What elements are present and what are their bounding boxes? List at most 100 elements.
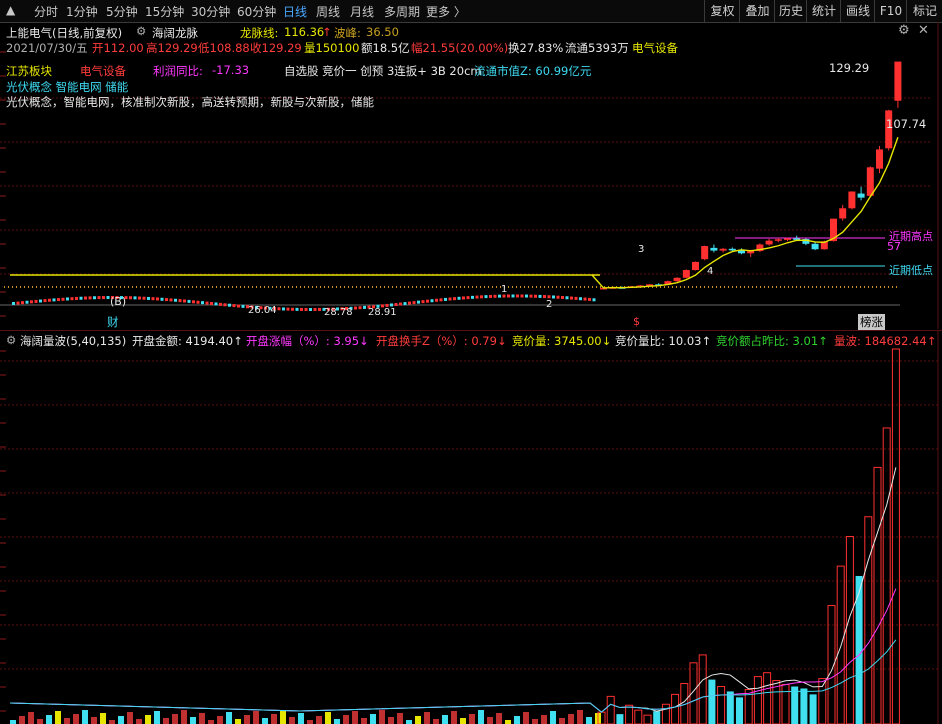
period-tab-5min[interactable]: 5分钟 [106,3,138,20]
history-candle [53,298,56,301]
history-volume-bar [496,713,502,724]
history-candle [507,295,510,298]
volume-indicator-pane[interactable]: ⚙ 海阔量波(5,40,135) 开盘金额: 4194.40↑ 开盘涨幅（%）:… [0,330,942,724]
history-candle [309,308,312,311]
period-tab-weekly[interactable]: 周线 [316,3,340,20]
caret-icon[interactable]: ▲ [6,3,15,17]
history-candle [179,299,182,302]
history-candle [71,297,74,300]
history-volume-bar [82,710,88,724]
history-candle [201,301,204,304]
history-volume-bar [208,720,214,724]
close-price: 收129.29 [250,40,302,56]
history-candle [570,297,573,300]
history-candle [395,303,398,306]
history-candle [129,296,132,299]
candle-body [692,262,699,270]
high-price-label: 129.29 [829,61,869,75]
history-candle [471,296,474,299]
history-volume-bar [127,712,133,724]
period-tab-daily[interactable]: 日线 [283,3,307,20]
history-volume-bar [460,718,466,724]
history-candle [363,306,366,309]
period-tab-30min[interactable]: 30分钟 [191,3,230,20]
history-volume-bar [433,719,439,724]
jingjialiang: 竞价量: 3745.00↓ [512,333,611,349]
history-volume-bar [181,710,187,724]
history-candle [575,297,578,300]
history-candle [156,297,159,300]
history-volume-bar [379,710,385,724]
candle-body [766,241,773,245]
history-candle [93,296,96,299]
sub-indicator-name[interactable]: 海阔量波(5,40,135) [20,333,126,349]
mark-button[interactable]: 标记 [906,0,942,22]
low-mark-1: 26.04 [248,305,277,316]
history-candle [417,301,420,304]
volume-chart[interactable] [0,331,942,724]
period-tab-1min[interactable]: 1分钟 [66,3,98,20]
period-tab-fenshi[interactable]: 分时 [34,3,58,20]
candle-body [775,239,782,241]
f10-button[interactable]: F10 [874,0,907,22]
volume-bar [653,711,660,724]
history-candle [561,296,564,299]
high-price: 高129.29 [146,40,198,56]
volume-bar [846,537,853,724]
sector-tag: 电气设备 [80,63,126,79]
history-candle [197,301,200,304]
kaipan-zhangfu: 开盘涨幅（%）: 3.95↓ [246,333,369,349]
up-arrow-icon: ↑ [322,25,332,39]
volume-bar [800,688,807,724]
history-candle [188,300,191,303]
history-volume-bar [397,713,403,724]
history-volume-bar [424,712,430,724]
history-candle [12,302,15,305]
history-candle [516,294,519,297]
overlay-button[interactable]: 叠加 [739,0,775,22]
dollar-marker[interactable]: $ [633,315,640,328]
history-volume-bar [505,720,511,724]
finance-marker[interactable]: 财 [107,314,119,330]
settings-icon[interactable]: ⚙ [898,23,910,38]
period-tab-15min[interactable]: 15分钟 [145,3,184,20]
history-volume-bar [28,712,34,724]
history-candle [512,294,515,297]
fuquan-button[interactable]: 复权 [704,0,740,22]
history-volume-bar [406,720,412,724]
bangzhang-tag[interactable]: 榜涨 [858,314,885,330]
volume-bar [764,673,771,724]
draw-line-button[interactable]: 画线 [840,0,875,22]
period-tab-monthly[interactable]: 月线 [350,3,374,20]
price-chart-pane[interactable]: 上能电气(日线,前复权) ⚙ 海阔龙脉 龙脉线: 116.36 ↑ 波峰: 36… [0,22,942,329]
history-volume-bar [532,719,538,724]
candle-body [683,270,690,278]
history-candle [102,296,105,299]
history-candle [35,300,38,303]
history-candle [305,308,308,311]
bofeng-value: 36.50 [366,25,399,39]
period-tab-60min[interactable]: 60分钟 [237,3,276,20]
history-candle [228,304,231,307]
settings-gear-icon[interactable]: ⚙ [136,24,146,38]
sub-settings-icon[interactable]: ⚙ [6,333,16,347]
indicator-name[interactable]: 海阔龙脉 [152,25,198,41]
period-tab-more[interactable]: 更多 〉 [426,3,466,20]
close-pane-icon[interactable]: ✕ [918,23,929,38]
period-tab-multi[interactable]: 多周期 [384,3,420,20]
history-candle [539,295,542,298]
history-candle [39,300,42,303]
history-candle [543,295,546,298]
history-volume-bar [334,719,340,724]
vol-ma40-line [10,589,896,712]
stock-tags: 自选股 竞价一 创预 3连扳+ 3B 20cm [284,63,482,79]
history-candle [548,295,551,298]
history-volume-bar [109,720,115,724]
stats-button[interactable]: 统计 [806,0,841,22]
history-candle [593,298,596,301]
candle-body [720,249,727,251]
history-candle [291,308,294,311]
history-volume-bar [100,713,106,724]
history-button[interactable]: 历史 [774,0,807,22]
volume-bar [736,697,743,724]
